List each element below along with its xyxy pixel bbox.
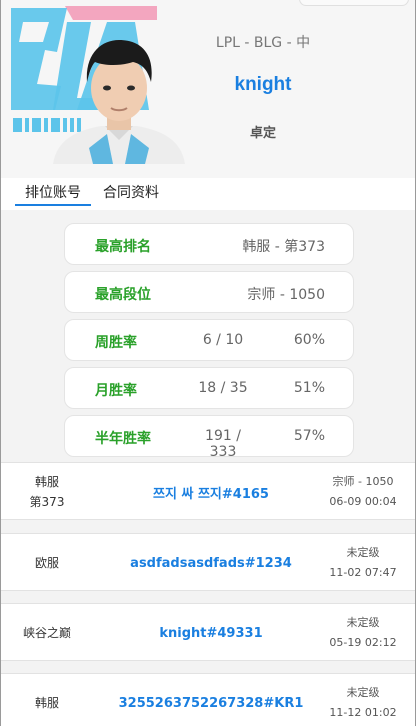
player-header: LPL - BLG - 中 knight 卓定 [1, 0, 415, 178]
player-name: knight [234, 74, 292, 95]
account-meta: 未定级 05-19 02:12 [317, 604, 409, 662]
account-tier: 未定级 [346, 546, 380, 559]
account-row[interactable]: 韩服 第373 쯔지 싸 쯔지#4165 宗师 - 1050 06-09 00:… [1, 462, 415, 520]
week-record: 6 / 10 [202, 332, 244, 348]
account-meta: 宗师 - 1050 06-09 00:04 [317, 463, 409, 521]
highest-tier-label: 最高段位 [95, 287, 151, 303]
account-row[interactable]: 峡谷之巅 knight#49331 未定级 05-19 02:12 [1, 603, 415, 661]
tab-ranked-accounts[interactable]: 排位账号 [15, 178, 91, 206]
month-winrate-label: 月胜率 [95, 383, 137, 399]
account-time: 05-19 02:12 [329, 636, 397, 649]
account-row[interactable]: 欧服 asdfadsasdfads#1234 未定级 11-02 07:47 [1, 533, 415, 591]
highest-tier-card: 最高段位 宗师 - 1050 [64, 271, 354, 313]
week-rate: 60% [293, 332, 325, 348]
account-row[interactable]: 韩服 3255263752267328#KR1 未定级 11-12 01:02 [1, 673, 415, 726]
account-name[interactable]: 쯔지 싸 쯔지#4165 [97, 463, 325, 521]
account-name[interactable]: asdfadsasdfads#1234 [97, 534, 325, 592]
app-frame: LPL - BLG - 中 knight 卓定 排位账号 合同资料 最高排名 韩… [0, 0, 416, 726]
highest-rank-card: 最高排名 韩服 - 第373 [64, 223, 354, 265]
half-year-rate: 57% [293, 428, 325, 444]
highest-tier-value: 宗师 - 1050 [247, 287, 325, 303]
server-name: 峡谷之巅 [22, 626, 71, 640]
account-time: 11-02 07:47 [329, 566, 397, 579]
account-tier: 宗师 - 1050 [332, 475, 394, 488]
account-time: 06-09 00:04 [329, 495, 397, 508]
tab-bar: 排位账号 合同资料 [1, 178, 415, 210]
account-server: 韩服 [1, 674, 93, 726]
account-name[interactable]: 3255263752267328#KR1 [97, 674, 325, 726]
month-winrate-card: 月胜率 18 / 35 51% [64, 367, 354, 409]
account-server: 韩服 第373 [1, 463, 93, 521]
server-name: 韩服 [34, 696, 59, 710]
account-tier: 未定级 [346, 686, 380, 699]
highest-rank-label: 最高排名 [95, 239, 151, 255]
month-rate: 51% [293, 380, 325, 396]
account-server: 峡谷之巅 [1, 604, 93, 662]
server-rank: 第373 [29, 495, 65, 509]
league-team-position: LPL - BLG - 中 [215, 35, 311, 51]
week-winrate-label: 周胜率 [95, 335, 137, 351]
week-winrate-card: 周胜率 6 / 10 60% [64, 319, 354, 361]
account-meta: 未定级 11-12 01:02 [317, 674, 409, 726]
highest-rank-value: 韩服 - 第373 [242, 239, 325, 255]
server-name: 韩服 [34, 475, 59, 489]
player-portrait [53, 40, 185, 164]
half-year-winrate-card: 半年胜率 191 / 333 57% [64, 415, 354, 460]
account-server: 欧服 [1, 534, 93, 592]
half-year-record: 191 / 333 [205, 428, 241, 460]
player-status: 卓定 [249, 126, 276, 141]
half-year-winrate-label: 半年胜率 [95, 431, 151, 447]
account-name[interactable]: knight#49331 [97, 604, 325, 662]
stats-section: 最高排名 韩服 - 第373 最高段位 宗师 - 1050 周胜率 6 / 10… [1, 210, 415, 462]
server-name: 欧服 [34, 556, 59, 570]
account-meta: 未定级 11-02 07:47 [317, 534, 409, 592]
account-time: 11-12 01:02 [329, 706, 397, 719]
month-record: 18 / 35 [198, 380, 248, 396]
search-pill[interactable] [299, 0, 409, 6]
account-tier: 未定级 [346, 616, 380, 629]
tab-contract-info[interactable]: 合同资料 [93, 178, 169, 206]
